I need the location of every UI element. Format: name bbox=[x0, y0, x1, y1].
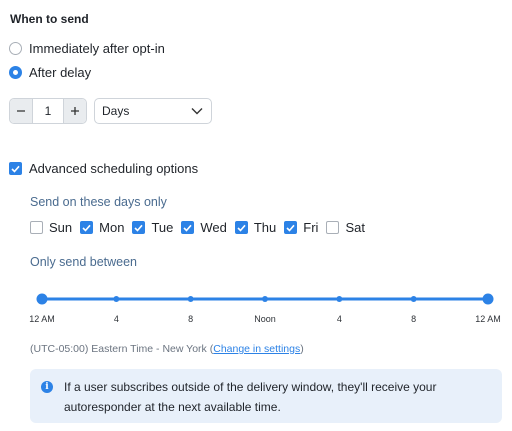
delay-unit-value: Days bbox=[102, 104, 130, 118]
time-window-title: Only send between bbox=[30, 255, 138, 269]
slider-tick-label: 4 bbox=[113, 314, 119, 324]
slider-tick-label: Noon bbox=[254, 314, 276, 324]
timezone-note: (UTC-05:00) Eastern Time - New York (Cha… bbox=[30, 343, 304, 355]
slider-tick bbox=[187, 296, 194, 302]
radio-unselected-icon[interactable] bbox=[9, 42, 22, 55]
advanced-scheduling-label: Advanced scheduling options bbox=[29, 161, 199, 176]
day-checkbox[interactable] bbox=[234, 221, 248, 234]
timezone-suffix: ) bbox=[300, 343, 304, 355]
day-label: Wed bbox=[200, 220, 227, 235]
info-icon: i bbox=[41, 381, 53, 393]
day-option-wed[interactable]: Wed bbox=[181, 220, 227, 235]
day-label: Tue bbox=[151, 220, 174, 235]
slider-tick bbox=[262, 296, 268, 302]
day-option-sun[interactable]: Sun bbox=[30, 220, 72, 235]
day-option-sat[interactable]: Sat bbox=[326, 220, 365, 235]
day-option-tue[interactable]: Tue bbox=[132, 220, 173, 235]
info-text: If a user subscribes outside of the deli… bbox=[64, 380, 437, 414]
checkmark-icon bbox=[82, 224, 91, 232]
increment-button[interactable] bbox=[64, 99, 86, 123]
slider-tick-label: 8 bbox=[411, 314, 417, 324]
day-label: Thu bbox=[253, 220, 277, 235]
chevron-down-icon bbox=[191, 108, 203, 115]
info-banner: i If a user subscribes outside of the de… bbox=[30, 369, 502, 423]
day-checkbox[interactable] bbox=[132, 221, 146, 234]
day-option-fri[interactable]: Fri bbox=[284, 220, 318, 235]
day-checkbox[interactable] bbox=[284, 221, 298, 234]
minus-icon bbox=[17, 110, 25, 112]
checkmark-icon bbox=[286, 224, 295, 232]
delay-stepper: 1 bbox=[9, 98, 87, 124]
radio-immediately[interactable]: Immediately after opt-in bbox=[9, 41, 165, 56]
time-range-slider[interactable]: 12 AM 4 8 Noon 4 8 12 AM bbox=[29, 286, 501, 326]
day-label: Fri bbox=[303, 220, 319, 235]
day-label: Sun bbox=[49, 220, 73, 235]
checkmark-icon bbox=[134, 224, 144, 232]
delay-unit-select[interactable]: Days bbox=[94, 98, 212, 124]
day-checkbox[interactable] bbox=[80, 221, 94, 234]
radio-immediately-label: Immediately after opt-in bbox=[29, 41, 165, 56]
advanced-checkbox[interactable] bbox=[9, 162, 22, 175]
slider-tick-label: 12 AM bbox=[475, 314, 501, 324]
day-label: Mon bbox=[99, 220, 125, 235]
day-option-thu[interactable]: Thu bbox=[234, 220, 277, 235]
slider-tick bbox=[410, 296, 417, 302]
days-section-title: Send on these days only bbox=[30, 195, 167, 209]
advanced-scheduling-toggle[interactable]: Advanced scheduling options bbox=[9, 161, 198, 176]
slider-track[interactable] bbox=[30, 286, 500, 312]
decrement-button[interactable] bbox=[10, 99, 32, 123]
day-option-mon[interactable]: Mon bbox=[80, 220, 124, 235]
checkmark-icon bbox=[11, 165, 20, 173]
when-to-send-title: When to send bbox=[10, 12, 89, 26]
checkmark-icon bbox=[183, 224, 192, 232]
slider-start-handle[interactable] bbox=[36, 293, 48, 305]
plus-icon bbox=[71, 107, 79, 115]
radio-selected-icon[interactable] bbox=[9, 66, 22, 79]
days-selector: Sun Mon Tue Wed Thu Fri Sat bbox=[30, 220, 373, 235]
radio-after-delay[interactable]: After delay bbox=[9, 65, 91, 80]
day-label: Sat bbox=[345, 220, 365, 235]
slider-tick-label: 8 bbox=[188, 314, 194, 324]
slider-tick bbox=[113, 296, 120, 302]
day-checkbox[interactable] bbox=[30, 221, 43, 234]
timezone-text: (UTC-05:00) Eastern Time - New York ( bbox=[30, 343, 214, 355]
slider-tick bbox=[336, 296, 343, 302]
slider-tick-label: 4 bbox=[336, 314, 342, 324]
day-checkbox[interactable] bbox=[181, 221, 195, 234]
slider-end-handle[interactable] bbox=[482, 293, 494, 305]
radio-after-delay-label: After delay bbox=[29, 65, 92, 80]
change-in-settings-link[interactable]: Change in settings bbox=[213, 343, 300, 355]
slider-tick-label: 12 AM bbox=[29, 314, 55, 324]
day-checkbox[interactable] bbox=[326, 221, 340, 234]
delay-value[interactable]: 1 bbox=[32, 99, 64, 123]
checkmark-icon bbox=[237, 224, 246, 232]
